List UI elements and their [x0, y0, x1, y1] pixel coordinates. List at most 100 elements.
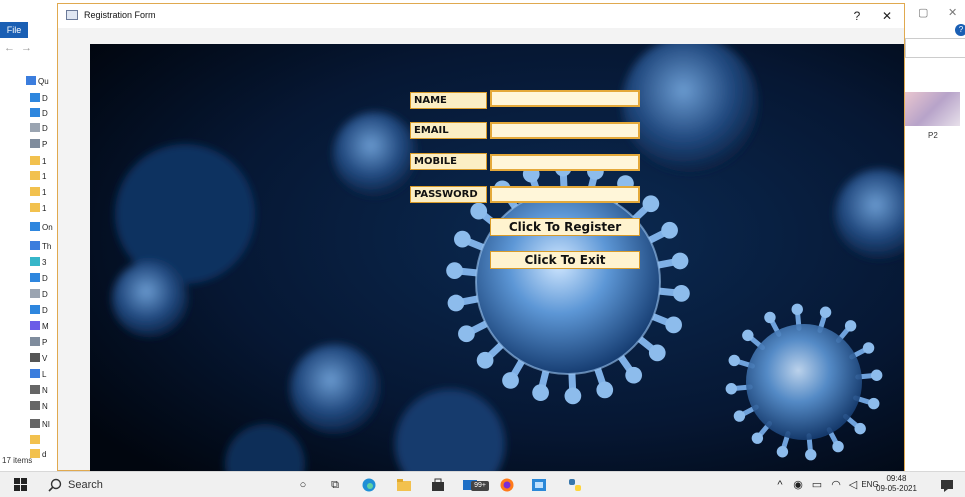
- exit-button[interactable]: Click To Exit: [490, 251, 640, 269]
- explorer-nav-pane: File ←→ Qu D D D P 1 1 1 1 On Th 3 D D D M P V L N N NI d 17 i…: [0, 0, 56, 471]
- sidebar-item[interactable]: D: [30, 107, 60, 121]
- sidebar-item[interactable]: d: [30, 448, 60, 462]
- sidebar-item[interactable]: M: [30, 320, 60, 334]
- sidebar-item-label: D: [42, 274, 48, 283]
- title-bar[interactable]: Registration Form ? ✕: [58, 4, 904, 28]
- close-icon[interactable]: ✕: [948, 6, 957, 19]
- folder-icon: [30, 108, 40, 117]
- photos-icon[interactable]: [532, 478, 546, 492]
- sidebar-item-label: V: [42, 354, 48, 363]
- sidebar-item-label: N: [42, 386, 48, 395]
- mobile-input[interactable]: [490, 154, 640, 171]
- sidebar-item-label: P: [42, 140, 48, 149]
- clock[interactable]: 09:48 09-05-2021: [876, 474, 917, 494]
- sidebar-item-label: N: [42, 402, 48, 411]
- clock-time: 09:48: [886, 474, 907, 483]
- file-explorer-icon[interactable]: [397, 478, 411, 492]
- folder-icon: [30, 337, 40, 346]
- search-icon[interactable]: [48, 478, 62, 492]
- nav-arrows[interactable]: ←→: [4, 42, 38, 54]
- sidebar-item-label: Qu: [38, 77, 49, 86]
- sidebar-item[interactable]: NI: [30, 418, 60, 432]
- sidebar-item-label: D: [42, 306, 48, 315]
- python-app-icon[interactable]: [568, 478, 582, 492]
- sidebar-item[interactable]: Qu: [26, 75, 56, 89]
- name-input[interactable]: [490, 90, 640, 107]
- sidebar-item[interactable]: N: [30, 384, 60, 398]
- folder-icon: [30, 187, 40, 196]
- sidebar-item[interactable]: 1: [30, 186, 60, 200]
- explorer-search-box[interactable]: [905, 38, 965, 58]
- sidebar-item[interactable]: 1: [30, 202, 60, 216]
- sidebar-item[interactable]: D: [30, 92, 60, 106]
- folder-icon: [30, 353, 40, 362]
- sidebar-item[interactable]: N: [30, 400, 60, 414]
- password-input[interactable]: [490, 186, 640, 203]
- sidebar-item[interactable]: P: [30, 336, 60, 350]
- folder-icon: [26, 76, 36, 85]
- folder-icon: [30, 369, 40, 378]
- cortana-icon[interactable]: ○: [296, 477, 310, 493]
- image-thumbnail[interactable]: [905, 92, 960, 126]
- sidebar-item[interactable]: D: [30, 304, 60, 318]
- notification-icon[interactable]: [940, 478, 954, 492]
- folder-icon: [30, 289, 40, 298]
- sidebar-item[interactable]: 1: [30, 155, 60, 169]
- sidebar-item-label: 3: [42, 258, 47, 267]
- sidebar-item-label: 1: [42, 204, 47, 213]
- windows-start-icon[interactable]: [14, 478, 28, 492]
- taskbar-search-label[interactable]: Search: [68, 477, 103, 493]
- store-icon[interactable]: [431, 478, 445, 492]
- sidebar-item[interactable]: 3: [30, 256, 60, 270]
- sidebar-item-label: D: [42, 290, 48, 299]
- folder-icon: [30, 419, 40, 428]
- folder-icon: [30, 401, 40, 410]
- sidebar-item-label: Th: [42, 242, 52, 251]
- sidebar-item[interactable]: P: [30, 138, 60, 152]
- help-button[interactable]: ?: [846, 7, 868, 25]
- wifi-icon[interactable]: ◠: [830, 477, 842, 493]
- tray-chevron-icon[interactable]: ^: [774, 477, 786, 493]
- sidebar-item[interactable]: V: [30, 352, 60, 366]
- sidebar-item[interactable]: On: [30, 221, 60, 235]
- sidebar-item[interactable]: D: [30, 272, 60, 286]
- folder-icon: [30, 321, 40, 330]
- edge-icon[interactable]: [362, 478, 376, 492]
- sidebar-item[interactable]: D: [30, 288, 60, 302]
- folder-icon: [30, 435, 40, 444]
- help-icon[interactable]: ?: [955, 24, 965, 36]
- explorer-content-pane: ▢ ✕: [904, 0, 965, 471]
- sidebar-item[interactable]: L: [30, 368, 60, 382]
- sidebar-item[interactable]: Th: [30, 240, 60, 254]
- sidebar-item[interactable]: D: [30, 122, 60, 136]
- email-label: EMAIL: [410, 122, 487, 139]
- meet-tray-icon[interactable]: ▭: [810, 477, 824, 493]
- volume-icon[interactable]: ◁: [846, 477, 860, 493]
- folder-icon: [30, 257, 40, 266]
- folder-icon: [30, 156, 40, 165]
- sidebar-item-label: On: [42, 223, 53, 232]
- folder-icon: [30, 305, 40, 314]
- name-label: NAME: [410, 92, 487, 109]
- sidebar-item[interactable]: 1: [30, 170, 60, 184]
- sidebar-item-label: D: [42, 124, 48, 133]
- folder-icon: [30, 385, 40, 394]
- sidebar-item-label: d: [42, 450, 47, 459]
- taskbar: Search ○ ⧉ 99+ ^ ◉ ▭ ◠ ◁ ENG 09:48 09-05…: [0, 471, 965, 497]
- thumbnail-label: P2: [928, 131, 938, 140]
- window-title: Registration Form: [84, 10, 156, 20]
- file-tab[interactable]: File: [0, 22, 28, 38]
- network-tray-icon[interactable]: ◉: [792, 477, 804, 493]
- clock-date: 09-05-2021: [876, 484, 917, 493]
- firefox-icon[interactable]: [500, 478, 514, 492]
- sidebar-item-label: P: [42, 338, 48, 347]
- email-input[interactable]: [490, 122, 640, 139]
- task-view-icon[interactable]: ⧉: [328, 477, 342, 493]
- close-button[interactable]: ✕: [876, 7, 898, 25]
- password-label: PASSWORD: [410, 186, 487, 203]
- minimize-icon[interactable]: ▢: [918, 6, 928, 19]
- sidebar-item[interactable]: [30, 434, 60, 448]
- sidebar-item-label: D: [42, 94, 48, 103]
- register-button[interactable]: Click To Register: [490, 218, 640, 236]
- sidebar-item-label: L: [42, 370, 47, 379]
